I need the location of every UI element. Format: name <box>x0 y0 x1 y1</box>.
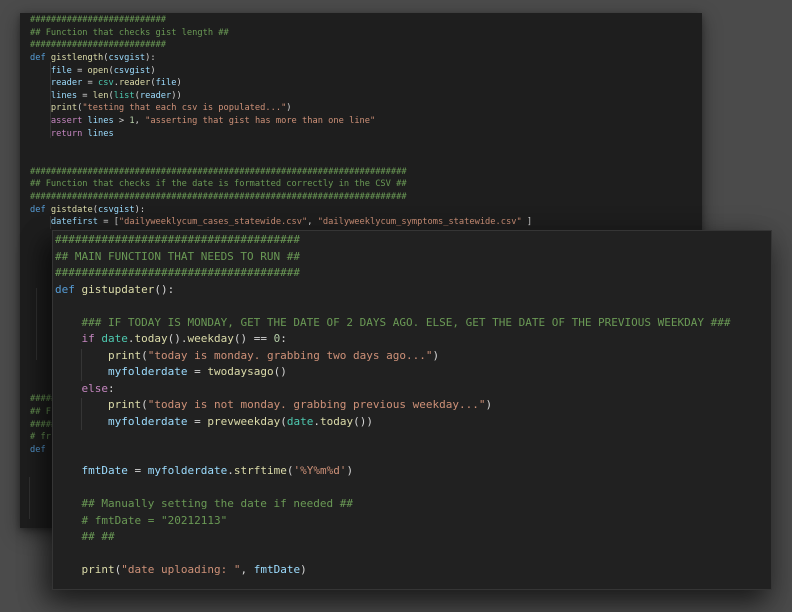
code-line: file = open(csvgist) <box>50 65 156 76</box>
indent-guide <box>81 349 82 381</box>
code-line: myfolderdate = prevweekday(date.today()) <box>107 414 373 428</box>
code-line: print("today is not monday. grabbing pre… <box>107 398 493 411</box>
code-line: if date.today().weekday() == 0: <box>81 332 287 345</box>
code-line: ## ## <box>81 530 115 543</box>
code-line: myfolderdate = twodaysago() <box>107 365 287 378</box>
code-line: ########################## <box>30 40 166 51</box>
indent-guide <box>36 288 37 360</box>
indent-guide <box>29 477 30 519</box>
code-line: ## Function that checks if the date is f… <box>30 179 407 190</box>
code-line: print("testing that each csv is populate… <box>50 103 292 114</box>
code-line: print("date uploading: ", fmtDate) <box>81 563 307 576</box>
code-line: ########################################… <box>30 191 407 202</box>
indent-guide <box>50 216 51 229</box>
code-line: reader = csv.reader(file) <box>50 78 182 89</box>
code-line: ## MAIN FUNCTION THAT NEEDS TO RUN ## <box>55 249 301 263</box>
code-line: ########################################… <box>30 166 407 177</box>
code-line: ## Function that checks gist length ## <box>30 27 229 38</box>
code-line: fmtDate = myfolderdate.strftime('%Y%m%d'… <box>81 464 354 477</box>
indent-guide <box>50 62 51 138</box>
code-line: lines = len(list(reader)) <box>50 90 182 101</box>
indent-guide <box>81 398 82 430</box>
code-window-front: ##################################### ## … <box>52 230 772 590</box>
desktop-background: ########################## ## Function th… <box>0 0 792 612</box>
code-line: ##################################### <box>55 233 301 246</box>
code-line: else: <box>81 381 115 395</box>
code-line: print("today is monday. grabbing two day… <box>107 348 440 362</box>
code-line: ##################################### <box>55 266 301 279</box>
code-line: def gistlength(csvgist): <box>30 52 156 63</box>
code-line: ### IF TODAY IS MONDAY, GET THE DATE OF … <box>81 315 731 329</box>
front-code[interactable]: ##################################### ## … <box>52 230 772 590</box>
code-line: assert lines > 1, "asserting that gist h… <box>50 116 376 127</box>
code-line: ## Manually setting the date if needed #… <box>81 497 354 510</box>
code-line: return lines <box>50 128 114 139</box>
code-line: datefirst = ["dailyweeklycum_cases_state… <box>50 217 533 228</box>
code-line: ########################## <box>30 15 166 25</box>
code-line: def gistdate(csvgist): <box>30 204 146 215</box>
code-line: def gistupdater(): <box>55 282 175 296</box>
code-line: # fmtDate = "20212113" <box>81 513 228 527</box>
